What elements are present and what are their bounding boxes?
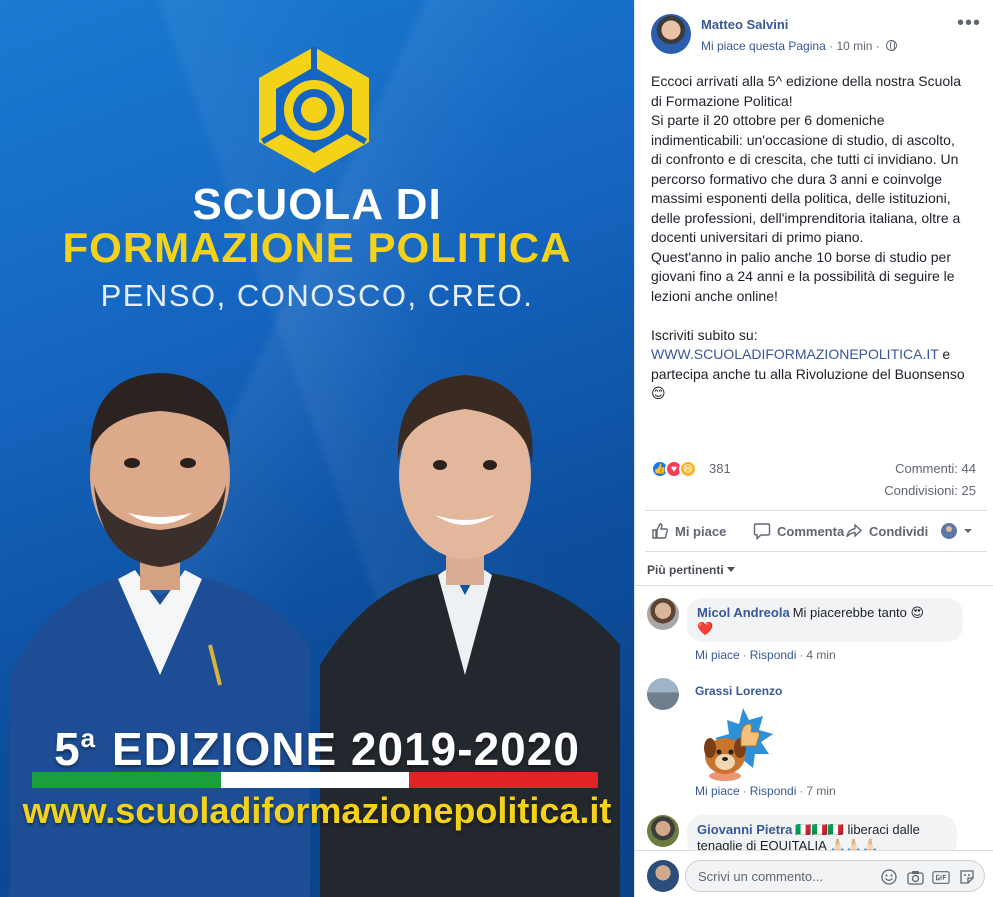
comment-text: 🇮🇹🇮🇹🇮🇹 liberaci dalle <box>795 822 920 837</box>
comment-sort-dropdown[interactable]: Più pertinenti <box>647 563 735 577</box>
sticker-icon[interactable] <box>958 868 976 886</box>
author-avatar[interactable] <box>651 14 691 54</box>
composer-tools <box>880 868 976 886</box>
post-time[interactable]: 10 min <box>836 39 872 53</box>
comment-time[interactable]: 7 min <box>806 784 835 798</box>
like-label: Mi piace <box>675 523 727 539</box>
commenter-avatar[interactable] <box>647 598 679 630</box>
thumbs-up-icon <box>652 523 668 539</box>
comment-meta: Mi piace · Rispondi · 4 min <box>695 648 836 662</box>
more-icon[interactable]: ••• <box>957 13 981 33</box>
comment-reply-link[interactable]: Rispondi <box>750 784 797 798</box>
share-icon <box>846 523 863 538</box>
like-button[interactable]: Mi piace <box>651 522 726 540</box>
poster-motto: PENSO, CONOSCO, CREO. <box>100 278 534 313</box>
post-body-text: Eccoci arrivati alla 5^ edizione della n… <box>651 73 962 343</box>
chevron-down-icon <box>964 529 972 533</box>
share-button[interactable]: Condividi <box>845 522 928 540</box>
dog-thumbs-up-sticker <box>704 708 773 781</box>
post-subline: Mi piace questa Pagina · 10 min · <box>701 39 898 53</box>
divider <box>635 585 993 586</box>
caret-down-icon <box>726 567 735 572</box>
comment-input[interactable]: Scrivi un commento... <box>685 860 985 892</box>
profile-thumb-icon <box>941 523 957 539</box>
page-like-link[interactable]: Mi piace questa Pagina <box>701 39 826 53</box>
post-text: Eccoci arrivati alla 5^ edizione della n… <box>651 73 965 401</box>
comment-meta: Mi piace · Rispondi · 7 min <box>695 784 836 798</box>
share-label: Condividi <box>869 523 929 539</box>
reactions-count[interactable]: 381 <box>709 461 731 476</box>
comment-reply-link[interactable]: Rispondi <box>750 648 797 662</box>
gif-icon[interactable] <box>932 868 950 886</box>
haha-reaction-icon: 😆 <box>679 460 697 478</box>
camera-icon[interactable] <box>906 868 924 886</box>
post-closing: partecipa anche tu alla Rivoluzione del … <box>651 365 965 382</box>
commenter-avatar[interactable] <box>647 678 679 710</box>
author-name[interactable]: Matteo Salvini <box>701 17 788 32</box>
poster-title-line1: SCUOLA DI <box>192 180 442 229</box>
commenter-name[interactable]: Giovanni Pietra <box>697 822 792 837</box>
commenter-name[interactable]: Grassi Lorenzo <box>695 684 782 698</box>
comment-composer: Scrivi un commento... <box>635 850 993 897</box>
commenter-avatar[interactable] <box>647 815 679 847</box>
comment-input-placeholder: Scrivi un commento... <box>698 869 823 884</box>
poster-title-line2: FORMAZIONE POLITICA <box>62 224 572 271</box>
italian-flag-bar <box>32 772 599 788</box>
post-actions: Mi piace Commenta Condividi <box>645 510 987 552</box>
post-image[interactable]: SCUOLA DI FORMAZIONE POLITICA PENSO, CON… <box>0 0 634 897</box>
comment-text: Mi piacerebbe tanto 😍 <box>792 605 925 620</box>
reaction-icons[interactable]: 👍 ♥ 😆 <box>651 460 697 478</box>
commenter-name[interactable]: Micol Andreola <box>697 605 790 620</box>
smile-emoji: 😊 <box>651 385 666 401</box>
react-as-selector[interactable] <box>941 523 979 539</box>
globe-icon <box>886 40 898 51</box>
comment-button[interactable]: Commenta <box>753 522 844 540</box>
emoji-icon[interactable] <box>880 868 898 886</box>
school-logo <box>259 47 369 173</box>
comment-label: Commenta <box>777 523 845 539</box>
post-header: Matteo Salvini Mi piace questa Pagina · … <box>651 13 981 54</box>
comment-like-link[interactable]: Mi piace <box>695 648 740 662</box>
post-link[interactable]: WWW.SCUOLADIFORMAZIONEPOLITICA.IT <box>651 346 939 362</box>
comment-like-link[interactable]: Mi piace <box>695 784 740 798</box>
comment-text-line2: ❤️ <box>697 621 714 636</box>
current-user-avatar[interactable] <box>647 860 679 892</box>
reactions-bar: 👍 ♥ 😆 381 Commenti: 44 Condivisioni: 25 <box>651 458 981 498</box>
comment-time[interactable]: 4 min <box>806 648 835 662</box>
post-panel: Matteo Salvini Mi piace questa Pagina · … <box>634 0 993 897</box>
shares-count[interactable]: Condivisioni: 25 <box>884 483 976 498</box>
comment-icon <box>753 523 771 540</box>
poster-edition: 5a EDIZIONE 2019-2020 <box>54 723 580 775</box>
comment-bubble: Micol Andreola Mi piacerebbe tanto 😍 ❤️ <box>687 598 963 642</box>
comments-count[interactable]: Commenti: 44 <box>895 461 976 476</box>
poster-website: www.scuoladiformazionepolitica.it <box>22 790 612 831</box>
